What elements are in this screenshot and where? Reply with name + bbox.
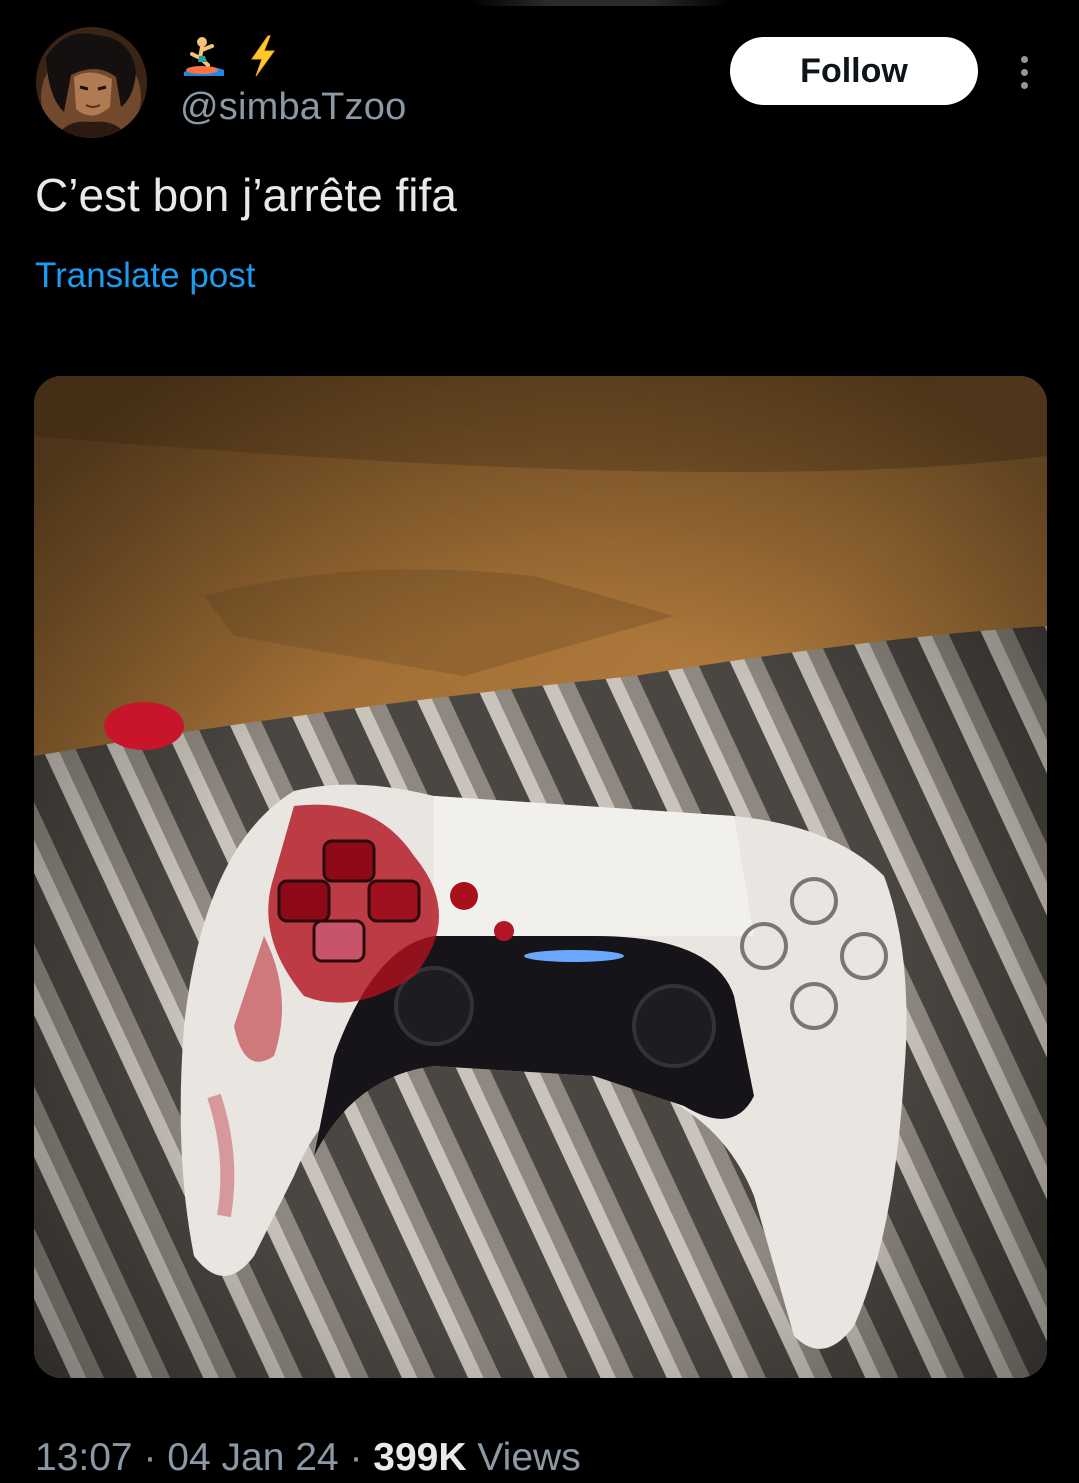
post-meta: 13:07 · 04 Jan 24 · 399K Views	[35, 1436, 581, 1480]
more-dot	[1020, 68, 1028, 76]
translate-post-link[interactable]: Translate post	[35, 256, 255, 296]
post-text: C’est bon j’arrête fifa	[35, 169, 457, 221]
views-label: Views	[477, 1436, 581, 1479]
avatar-image	[36, 27, 147, 138]
lightning-icon	[251, 35, 275, 77]
avatar[interactable]	[36, 27, 147, 138]
more-options-button[interactable]	[1004, 50, 1044, 94]
views-count[interactable]: 399K	[373, 1436, 466, 1479]
post-media-photo[interactable]	[34, 376, 1047, 1378]
more-dot	[1020, 81, 1028, 89]
surfer-emoji-icon	[184, 37, 224, 76]
meta-separator: ·	[349, 1436, 363, 1479]
more-dots-icon	[1020, 55, 1028, 63]
author-handle[interactable]: @simbaTzoo	[180, 86, 406, 129]
top-edge-shadow	[470, 0, 730, 6]
meta-separator: ·	[143, 1436, 157, 1479]
post-date[interactable]: 04 Jan 24	[167, 1436, 338, 1479]
display-name[interactable]	[180, 32, 286, 80]
post-time[interactable]: 13:07	[35, 1436, 133, 1479]
follow-button[interactable]: Follow	[730, 37, 978, 105]
photo-controller-image	[34, 376, 1047, 1378]
